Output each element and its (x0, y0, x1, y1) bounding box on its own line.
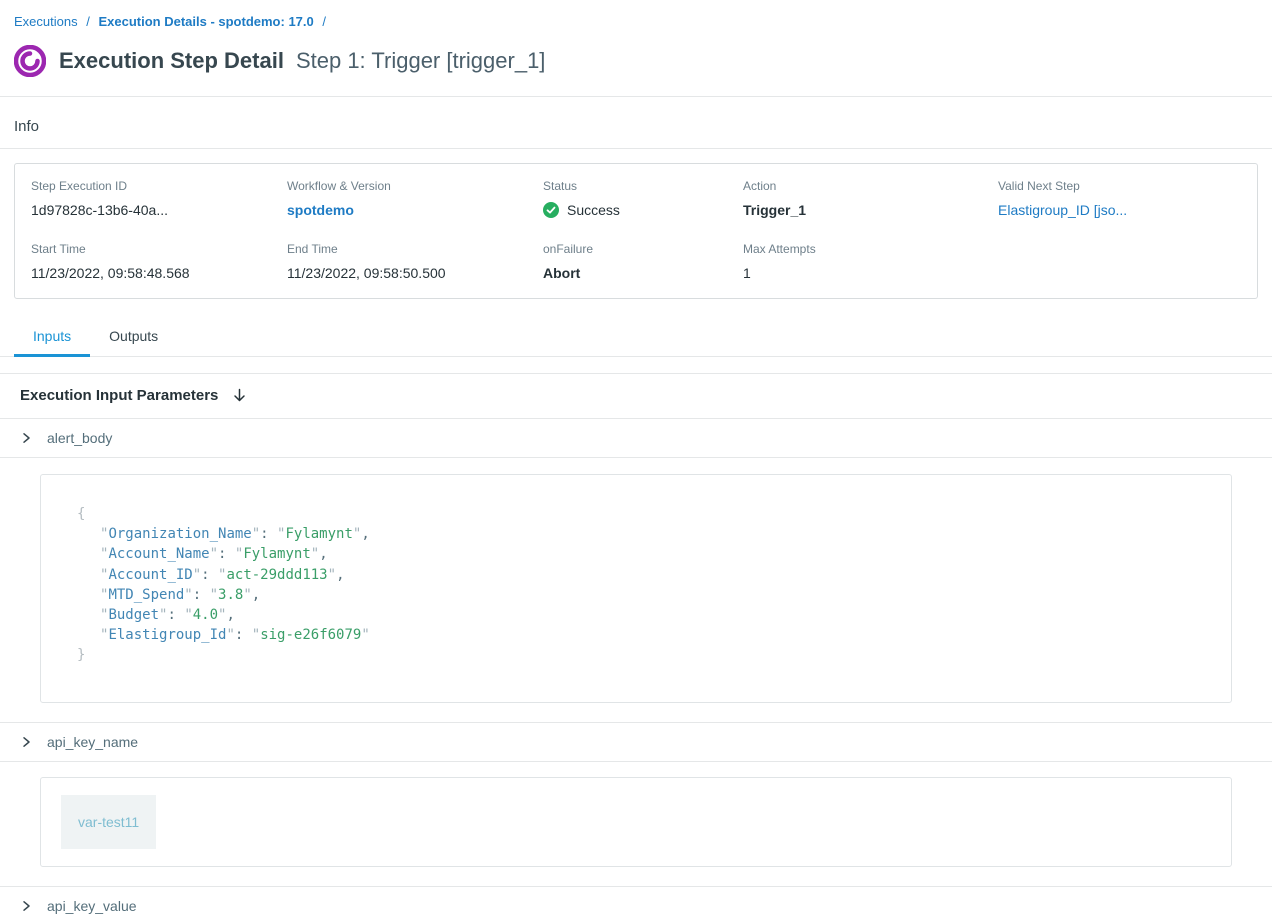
info-card: Step Execution ID 1d97828c-13b6-40a... W… (14, 163, 1258, 299)
divider (0, 761, 1272, 762)
info-field-status: Status Success (543, 179, 743, 218)
breadcrumb: Executions / Execution Details - spotdem… (0, 0, 1272, 30)
execution-input-parameters-header: Execution Input Parameters (0, 374, 1272, 418)
info-field-value: 1d97828c-13b6-40a... (31, 202, 287, 218)
param-name: api_key_value (47, 898, 137, 914)
tab-outputs[interactable]: Outputs (90, 317, 177, 356)
workflow-link[interactable]: spotdemo (287, 202, 543, 218)
divider (0, 148, 1272, 149)
info-field-workflow-version: Workflow & Version spotdemo (287, 179, 543, 218)
chevron-right-icon (20, 432, 32, 444)
info-field-label: Start Time (31, 242, 287, 256)
api-key-name-content: var-test11 (0, 777, 1272, 867)
breadcrumb-separator: / (322, 14, 326, 29)
info-field-start-time: Start Time 11/23/2022, 09:58:48.568 (31, 242, 287, 281)
page-title: Execution Step Detail Step 1: Trigger [t… (59, 48, 545, 74)
alert-body-content: {"Organization_Name": "Fylamynt","Accoun… (0, 474, 1272, 703)
param-row-alert-body[interactable]: alert_body (0, 419, 1272, 457)
alert-body-json-code: {"Organization_Name": "Fylamynt","Accoun… (77, 504, 1195, 666)
info-field-label: Max Attempts (743, 242, 998, 256)
param-name: api_key_name (47, 734, 138, 750)
info-section-label: Info (0, 97, 1272, 148)
divider (0, 457, 1272, 458)
info-field-step-execution-id: Step Execution ID 1d97828c-13b6-40a... (31, 179, 287, 218)
status-text: Success (567, 202, 620, 218)
info-field-on-failure: onFailure Abort (543, 242, 743, 281)
valid-next-step-link[interactable]: Elastigroup_ID [jso... (998, 202, 1241, 218)
info-field-max-attempts: Max Attempts 1 (743, 242, 998, 281)
success-check-icon (543, 202, 559, 218)
breadcrumb-link-execution-details[interactable]: Execution Details - spotdemo: 17.0 (98, 14, 313, 29)
api-key-name-value-box: var-test11 (40, 777, 1232, 867)
collapse-down-arrow-icon[interactable] (232, 388, 247, 403)
page-header: Execution Step Detail Step 1: Trigger [t… (0, 30, 1272, 96)
page-title-main: Execution Step Detail (59, 48, 284, 74)
breadcrumb-link-executions[interactable]: Executions (14, 14, 78, 29)
tab-inputs[interactable]: Inputs (14, 317, 90, 356)
param-row-api-key-name[interactable]: api_key_name (0, 723, 1272, 761)
info-field-end-time: End Time 11/23/2022, 09:58:50.500 (287, 242, 543, 281)
info-field-label: Step Execution ID (31, 179, 287, 193)
info-field-label: Valid Next Step (998, 179, 1241, 193)
param-row-api-key-value[interactable]: api_key_value (0, 887, 1272, 919)
info-field-value: 11/23/2022, 09:58:50.500 (287, 265, 543, 281)
execution-input-parameters-title: Execution Input Parameters (20, 387, 218, 404)
info-field-value: Trigger_1 (743, 202, 998, 218)
info-field-label: Action (743, 179, 998, 193)
execution-step-detail-page: Executions / Execution Details - spotdem… (0, 0, 1272, 919)
tab-bar: Inputs Outputs (0, 317, 1272, 357)
info-field-label: onFailure (543, 242, 743, 256)
alert-body-json-viewer: {"Organization_Name": "Fylamynt","Accoun… (40, 474, 1232, 703)
status-badge: Success (543, 202, 743, 218)
info-field-value: 11/23/2022, 09:58:48.568 (31, 265, 287, 281)
api-key-name-value: var-test11 (61, 795, 156, 849)
info-field-label: Workflow & Version (287, 179, 543, 193)
info-grid: Step Execution ID 1d97828c-13b6-40a... W… (31, 179, 1241, 281)
breadcrumb-separator: / (86, 14, 90, 29)
info-field-valid-next-step: Valid Next Step Elastigroup_ID [jso... (998, 179, 1241, 218)
param-name: alert_body (47, 430, 112, 446)
chevron-right-icon (20, 900, 32, 912)
info-field-value: Abort (543, 265, 743, 281)
page-title-step: Step 1: Trigger [trigger_1] (296, 48, 545, 74)
info-field-label: End Time (287, 242, 543, 256)
chevron-right-icon (20, 736, 32, 748)
fylamynt-logo-icon (14, 45, 46, 77)
info-field-action: Action Trigger_1 (743, 179, 998, 218)
info-field-value: 1 (743, 265, 998, 281)
info-field-label: Status (543, 179, 743, 193)
